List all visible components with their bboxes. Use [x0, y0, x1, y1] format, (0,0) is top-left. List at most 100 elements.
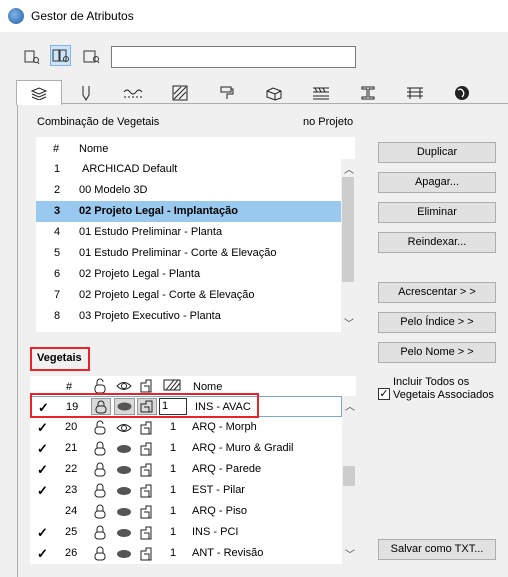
solid-icon[interactable] — [139, 420, 153, 435]
hidden-eye-icon[interactable] — [116, 443, 132, 455]
intersection-value[interactable]: 1 — [170, 543, 176, 564]
locked-icon[interactable] — [93, 504, 107, 519]
tab-pens[interactable] — [63, 82, 109, 104]
combo-row-selected[interactable]: 3 02 Projeto Legal - Implantação — [36, 201, 341, 222]
layer-name: ARQ - Piso — [192, 505, 248, 517]
hidden-eye-icon[interactable] — [116, 527, 132, 539]
solid-icon[interactable] — [139, 483, 153, 498]
layer-check[interactable]: ✓ — [37, 438, 48, 459]
tab-building-materials[interactable] — [251, 82, 297, 104]
combo-scrollbar[interactable]: ︿ ﹀ — [341, 159, 355, 332]
add-button[interactable]: Acrescentar > > — [378, 282, 496, 303]
linetype-icon — [123, 89, 143, 98]
view-detail-button[interactable] — [81, 46, 102, 67]
combo-row[interactable]: 1 ARCHICAD Default — [36, 159, 341, 180]
globe-icon — [455, 86, 469, 100]
layer-check[interactable]: ✓ — [37, 543, 48, 564]
tab-profiles[interactable] — [345, 82, 391, 104]
hidden-eye-icon[interactable] — [116, 464, 132, 476]
hidden-eye-icon[interactable] — [116, 548, 132, 560]
detail-view-icon — [83, 50, 100, 64]
solid-icon[interactable] — [139, 441, 153, 456]
solid-icon[interactable] — [139, 504, 153, 519]
hidden-eye-icon[interactable] — [116, 506, 132, 518]
solid-icon[interactable] — [139, 546, 153, 561]
layer-check[interactable]: ✓ — [37, 480, 48, 501]
unlocked-icon[interactable] — [93, 420, 107, 435]
layer-number: 23 — [65, 484, 78, 496]
layer-row[interactable]: ✓ 26 1 ANT - Revisão — [30, 543, 342, 564]
tab-fills[interactable] — [157, 82, 203, 104]
combo-row[interactable]: 2 00 Modelo 3D — [36, 180, 341, 201]
tab-layers[interactable] — [16, 80, 62, 105]
intersection-value[interactable]: 1 — [170, 417, 176, 438]
search-input[interactable] — [111, 46, 356, 68]
title-bar: Gestor de Atributos — [0, 0, 508, 32]
eye-column-icon — [116, 382, 132, 390]
locked-icon[interactable] — [93, 546, 107, 561]
combo-row-number: 7 — [54, 289, 61, 301]
layer-check[interactable]: ✓ — [37, 417, 48, 438]
duplicate-button[interactable]: Duplicar — [378, 142, 496, 163]
by-name-button[interactable]: Pelo Nome > > — [378, 342, 496, 363]
include-associated-checkbox[interactable]: ✓ — [378, 388, 390, 400]
layer-row[interactable]: ✓ 23 1 EST - Pilar — [30, 480, 342, 501]
by-index-button[interactable]: Pelo Índice > > — [378, 312, 496, 333]
scroll-thumb[interactable] — [342, 177, 354, 282]
view-list-button[interactable] — [21, 46, 42, 67]
combo-row-number: 5 — [54, 247, 61, 259]
clear-button[interactable]: Apagar... — [378, 172, 496, 193]
layer-check[interactable]: ✓ — [37, 459, 48, 480]
combo-row[interactable]: 5 01 Estudo Preliminar - Corte & Elevaçã… — [36, 243, 341, 264]
tab-more[interactable] — [486, 82, 508, 104]
layers-scrollbar[interactable]: ︿ ﹀ — [342, 396, 356, 564]
layers-col-number: # — [66, 381, 73, 393]
combo-row-number: 6 — [54, 268, 61, 280]
intersection-value[interactable]: 1 — [170, 522, 176, 543]
combo-row-name: 01 Estudo Preliminar - Corte & Elevação — [79, 247, 277, 259]
paint-roller-icon — [220, 86, 234, 99]
combo-row-number: 3 — [54, 205, 61, 217]
intersection-value[interactable]: 1 — [170, 501, 176, 522]
tab-linetypes[interactable] — [110, 82, 156, 104]
eye-icon[interactable] — [116, 422, 132, 434]
delete-button[interactable]: Eliminar — [378, 202, 496, 223]
intersection-value[interactable]: 1 — [170, 438, 176, 459]
layer-row[interactable]: 24 1 ARQ - Piso — [30, 501, 342, 522]
locked-icon[interactable] — [93, 525, 107, 540]
tab-composites[interactable] — [298, 82, 344, 104]
combo-row-name: 02 Projeto Legal - Planta — [79, 268, 201, 280]
view-split-button[interactable] — [50, 45, 71, 66]
tab-surfaces[interactable] — [204, 82, 250, 104]
intersection-value[interactable]: 1 — [170, 459, 176, 480]
layer-row[interactable]: ✓ 20 1 ARQ - Morph — [30, 417, 342, 438]
locked-icon[interactable] — [93, 462, 107, 477]
layer-check[interactable]: ✓ — [37, 522, 48, 543]
combo-col-number: # — [53, 143, 60, 155]
combo-row[interactable]: 6 02 Projeto Legal - Planta — [36, 264, 341, 285]
layer-row[interactable]: ✓ 22 1 ARQ - Parede — [30, 459, 342, 480]
locked-icon[interactable] — [93, 483, 107, 498]
layers-section-title: Vegetais — [37, 352, 82, 364]
tab-zones[interactable] — [392, 82, 438, 104]
scroll-down-icon[interactable]: ﹀ — [344, 315, 354, 330]
intersection-value[interactable]: 1 — [170, 480, 176, 501]
scroll-up-icon[interactable]: ︿ — [344, 161, 354, 176]
layer-row[interactable]: ✓ 21 1 ARQ - Muro & Gradil — [30, 438, 342, 459]
fill-pattern-icon — [172, 85, 188, 101]
locked-icon[interactable] — [93, 441, 107, 456]
solid-icon[interactable] — [139, 462, 153, 477]
save-txt-button[interactable]: Salvar como TXT... — [378, 539, 496, 560]
scroll-thumb[interactable] — [343, 466, 355, 486]
combo-row[interactable]: 7 02 Projeto Legal - Corte & Elevação — [36, 285, 341, 306]
combination-list[interactable]: # Nome 1 ARCHICAD Default 2 00 Modelo 3D… — [36, 137, 355, 332]
combo-row[interactable]: 8 03 Projeto Executivo - Planta — [36, 306, 341, 327]
reindex-button[interactable]: Reindexar... — [378, 232, 496, 253]
layer-row[interactable]: ✓ 25 1 INS - PCI — [30, 522, 342, 543]
combo-row[interactable]: 4 01 Estudo Preliminar - Planta — [36, 222, 341, 243]
scroll-down-icon[interactable]: ﹀ — [345, 546, 355, 561]
tab-globe[interactable] — [439, 82, 485, 104]
solid-icon[interactable] — [139, 525, 153, 540]
hidden-eye-icon[interactable] — [116, 485, 132, 497]
scroll-up-icon[interactable]: ︿ — [345, 398, 355, 413]
